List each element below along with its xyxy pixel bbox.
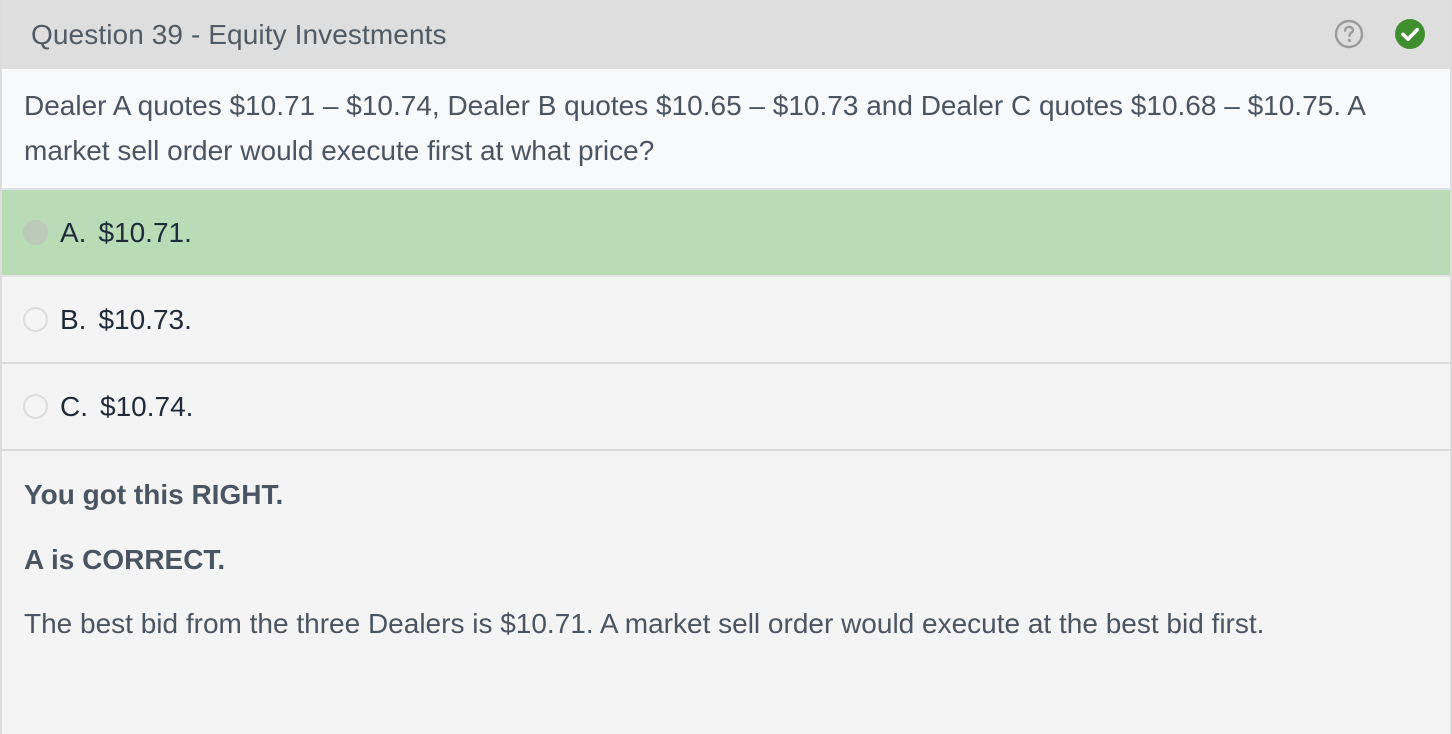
question-panel: Question 39 - Equity Investments Dealer … [0,0,1452,734]
option-letter: A. [60,216,87,248]
question-circle-icon[interactable] [1333,18,1365,50]
option-letter: C. [60,390,88,422]
option-text: $10.71. [98,216,192,248]
question-header: Question 39 - Equity Investments [2,0,1450,69]
question-title: Question 39 - Equity Investments [31,18,447,50]
explanation-text: The best bid from the three Dealers is $… [24,608,1265,639]
option-text: $10.73. [98,303,192,335]
correct-answer-label: A is CORRECT. [24,544,226,575]
answer-option-b[interactable]: B. $10.73. [2,277,1450,364]
header-icons [1333,18,1426,50]
option-letter: B. [60,303,87,335]
radio-button[interactable] [23,220,48,245]
question-stem: Dealer A quotes $10.71 – $10.74, Dealer … [2,69,1450,190]
radio-button[interactable] [23,307,48,332]
radio-button[interactable] [23,394,48,419]
result-message: You got this RIGHT. [24,479,284,510]
check-circle-icon [1394,18,1426,50]
answer-option-c[interactable]: C. $10.74. [2,364,1450,451]
option-text: $10.74. [100,390,194,422]
answer-option-a[interactable]: A. $10.71. [2,190,1450,277]
feedback-section: You got this RIGHT. A is CORRECT. The be… [2,451,1450,646]
